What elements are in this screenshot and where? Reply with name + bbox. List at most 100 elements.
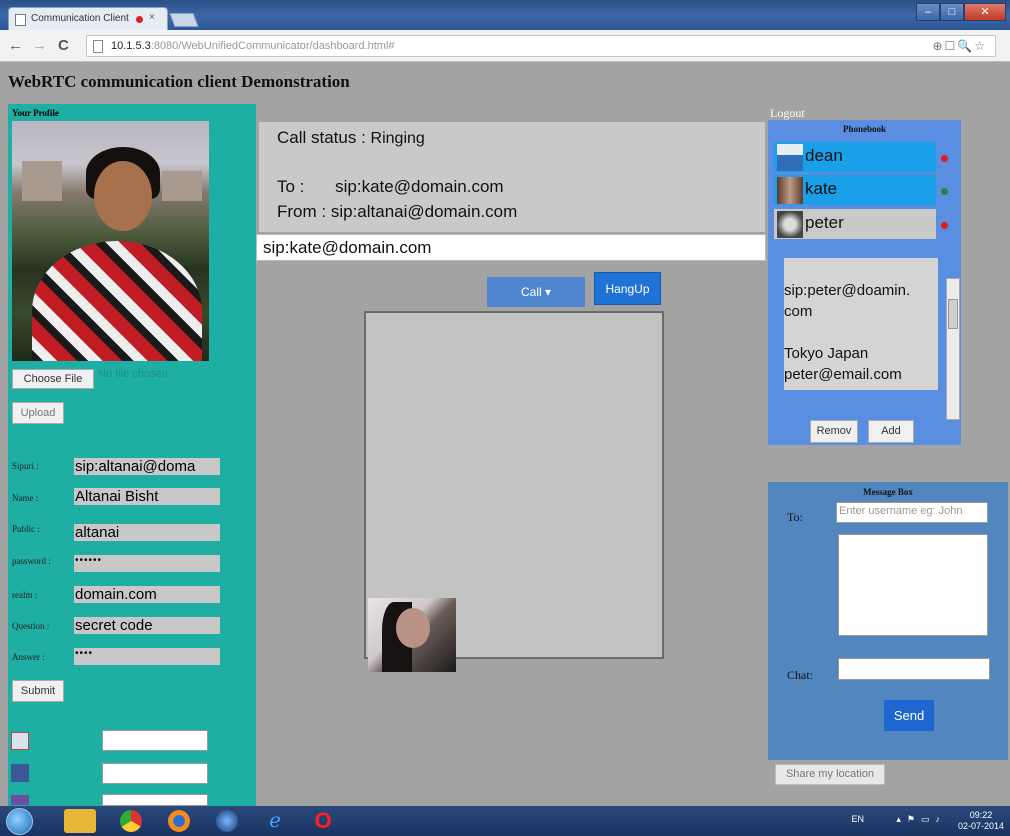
browser-titlebar: Communication Client × – □ ✕	[0, 0, 1010, 30]
answer-label: Answer :	[12, 652, 45, 662]
start-button[interactable]	[6, 808, 33, 835]
share-location-button[interactable]: Share my location	[775, 764, 885, 785]
message-box-title: Message Box	[863, 487, 913, 497]
contact-name: dean	[805, 146, 843, 165]
maximize-button[interactable]: □	[940, 3, 964, 21]
add-contact-button[interactable]: Add	[868, 420, 914, 443]
facebook-field[interactable]	[102, 763, 208, 784]
chat-input[interactable]	[838, 658, 990, 680]
browser-toolbar: ← → C 10.1.5.3:8080/WebUnifiedCommunicat…	[0, 30, 1010, 62]
taskbar: ℯ O EN ▴⚑▭♪ 09:22 02-07-2014	[0, 806, 1010, 836]
message-to-label: To:	[787, 510, 803, 524]
name-field[interactable]: Altanai Bisht	[74, 488, 220, 505]
url-path: :8080/WebUnifiedCommunicator/dashboard.h…	[150, 40, 395, 52]
new-tab-button[interactable]	[169, 13, 199, 27]
call-to-value: sip:kate@domain.com	[335, 177, 504, 196]
back-button[interactable]: ←	[8, 37, 23, 54]
detail-line: peter@email.com	[784, 366, 902, 383]
presence-busy-icon	[941, 155, 948, 162]
gmail-field[interactable]	[102, 730, 208, 751]
globe-icon[interactable]	[216, 810, 238, 832]
minimize-button[interactable]: –	[916, 3, 940, 21]
password-label: password :	[12, 556, 51, 566]
submit-button[interactable]: Submit	[12, 680, 64, 702]
send-button[interactable]: Send	[884, 700, 934, 731]
social-field[interactable]	[102, 794, 208, 806]
profile-photo	[12, 121, 209, 361]
details-scrollbar[interactable]	[946, 278, 960, 420]
call-to-label: To :	[277, 177, 305, 196]
choose-file-button[interactable]: Choose File	[12, 369, 94, 389]
language-indicator[interactable]: EN	[851, 814, 864, 824]
presence-busy-icon	[941, 222, 948, 229]
profile-heading: Your Profile	[12, 108, 59, 118]
omnibox-actions-icon[interactable]: ⊕☐🔍☆	[932, 39, 987, 53]
sipuri-label: Sipuri :	[12, 461, 39, 471]
detail-line: com	[784, 303, 813, 320]
answer-field[interactable]: ••••	[74, 648, 220, 665]
facebook-icon[interactable]	[11, 764, 29, 782]
call-status-label: Call status :	[277, 128, 366, 147]
realm-field[interactable]: domain.com	[74, 586, 220, 603]
tab-close-button[interactable]: ×	[149, 12, 155, 23]
contact-name: kate	[805, 179, 838, 198]
reload-button[interactable]: C	[58, 37, 69, 54]
question-label: Question :	[12, 621, 50, 631]
url-host: 10.1.5.3	[111, 40, 151, 52]
logout-link[interactable]: Logout	[770, 106, 805, 121]
scroll-thumb[interactable]	[948, 299, 958, 329]
call-status-box: Call status : Ringing To : sip:kate@doma…	[259, 122, 765, 232]
chrome-icon[interactable]	[120, 810, 142, 832]
question-field[interactable]: secret code	[74, 617, 220, 634]
profile-panel: Your Profile Choose File No file chosen …	[8, 104, 256, 806]
contact-dean[interactable]: dean	[774, 142, 936, 172]
clock[interactable]: 09:22 02-07-2014	[958, 810, 1004, 832]
avatar	[777, 144, 803, 171]
upload-button[interactable]: Upload	[12, 402, 64, 424]
window-controls: – □ ✕	[916, 3, 1006, 21]
recording-icon	[136, 16, 143, 23]
call-status-value: Ringing	[370, 130, 425, 147]
address-bar[interactable]: 10.1.5.3:8080/WebUnifiedCommunicator/das…	[86, 35, 996, 57]
page-title: WebRTC communication client Demonstratio…	[8, 72, 350, 91]
explorer-icon[interactable]	[64, 809, 96, 833]
firefox-icon[interactable]	[168, 810, 190, 832]
call-from-label: From :	[277, 202, 327, 221]
forward-button[interactable]: →	[32, 37, 47, 54]
message-to-input[interactable]: Enter username eg: John	[836, 502, 988, 523]
social-icon[interactable]	[11, 795, 29, 805]
tray-icons[interactable]: ▴⚑▭♪	[896, 814, 946, 825]
avatar	[777, 177, 803, 204]
browser-tab[interactable]: Communication Client ×	[8, 7, 168, 30]
name-label: Name :	[12, 493, 39, 503]
public-field[interactable]: altanai	[74, 524, 220, 541]
call-from-value: sip:altanai@domain.com	[330, 202, 518, 221]
detail-line	[784, 322, 938, 343]
phonebook-title: Phonebook	[842, 124, 886, 134]
public-label: Public :	[12, 524, 40, 534]
no-file-label: No file chosen	[98, 368, 168, 380]
presence-online-icon	[941, 188, 948, 195]
contact-kate[interactable]: kate	[774, 175, 936, 205]
document-icon	[93, 40, 103, 53]
password-field[interactable]: ••••••	[74, 555, 220, 572]
local-video	[368, 598, 456, 672]
close-window-button[interactable]: ✕	[964, 3, 1006, 21]
contact-details: sip:peter@doamin. com Tokyo Japan peter@…	[784, 258, 938, 390]
realm-label: realm :	[12, 590, 38, 600]
internet-explorer-icon[interactable]: ℯ	[264, 810, 286, 832]
gmail-icon[interactable]	[11, 732, 29, 750]
detail-line: sip:peter@doamin.	[784, 282, 911, 299]
call-target-input[interactable]: sip:kate@domain.com	[256, 234, 766, 261]
opera-icon[interactable]: O	[312, 810, 334, 832]
chat-label: Chat:	[787, 668, 813, 682]
hangup-button[interactable]: HangUp	[594, 272, 661, 305]
tab-title: Communication Client	[31, 13, 129, 24]
clock-time: 09:22	[969, 810, 993, 820]
detail-line: Tokyo Japan	[784, 345, 869, 362]
sipuri-field[interactable]: sip:altanai@doma	[74, 458, 220, 475]
call-button[interactable]: Call ▾	[487, 277, 585, 307]
remove-contact-button[interactable]: Remov	[810, 420, 858, 443]
contact-peter[interactable]: peter	[774, 209, 936, 239]
contact-name: peter	[805, 213, 844, 232]
